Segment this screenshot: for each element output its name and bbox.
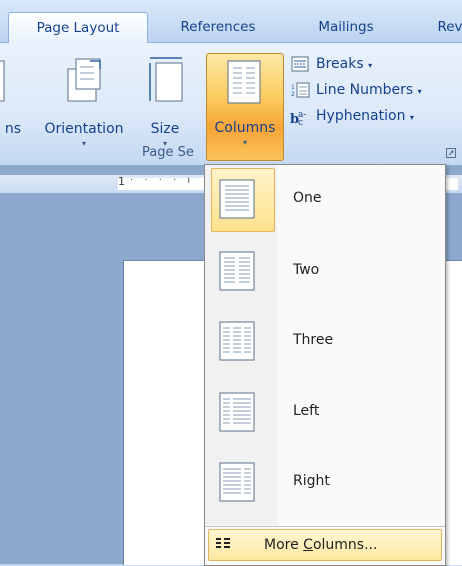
tab-page-layout[interactable]: Page Layout [8, 12, 148, 43]
menu-item-label: Right [293, 473, 330, 489]
more-columns-icon [216, 538, 230, 548]
columns-icon [227, 60, 261, 104]
menu-item-label: Two [293, 262, 320, 278]
margins-icon [0, 60, 5, 102]
ribbon: ns Orientation ▾ Size ▾ Columns ▾ Breaks… [0, 42, 462, 166]
size-icon [149, 57, 183, 102]
menu-item-left[interactable]: Left [205, 378, 445, 448]
tab-references[interactable]: References [166, 12, 270, 42]
orientation-label: Orientation [44, 121, 124, 137]
hyphenation-label: Hyphenation ▾ [316, 108, 414, 124]
line-numbers-dropdown-icon: ▾ [417, 87, 422, 96]
menu-separator [205, 526, 445, 527]
line-numbers-icon: 1 2 [291, 82, 310, 98]
three-columns-icon [219, 321, 255, 361]
columns-dropdown-menu: One Two Three Left Right More Columns... [204, 164, 446, 566]
right-columns-icon [219, 462, 255, 502]
line-numbers-button[interactable]: 1 2 Line Numbers ▾ [290, 79, 462, 101]
breaks-label: Breaks ▾ [316, 56, 373, 72]
hyphenation-dropdown-icon: ▾ [409, 113, 414, 122]
dialog-launcher-icon[interactable] [446, 148, 456, 158]
menu-item-label: Three [293, 332, 334, 348]
svg-text:1: 1 [291, 84, 295, 91]
menu-item-right[interactable]: Right [205, 448, 445, 518]
ruler-number: 1 [118, 175, 125, 188]
left-columns-icon [219, 392, 255, 432]
columns-label: Columns [214, 120, 276, 136]
menu-item-label: One [293, 190, 322, 206]
orientation-icon [67, 58, 101, 102]
ribbon-tab-strip: Page Layout References Mailings Rev [0, 0, 462, 43]
line-numbers-label: Line Numbers ▾ [316, 82, 422, 98]
menu-item-one[interactable]: One [205, 165, 445, 235]
tab-mailings[interactable]: Mailings [306, 12, 386, 42]
hyphenation-button[interactable]: b a- c Hyphenation ▾ [290, 105, 462, 127]
more-columns-label: More Columns... [264, 537, 378, 553]
svg-text:2: 2 [291, 91, 295, 98]
menu-item-two[interactable]: Two [205, 237, 445, 307]
one-column-icon [219, 179, 255, 219]
more-columns-button[interactable]: More Columns... [208, 529, 442, 561]
menu-item-three[interactable]: Three [205, 307, 445, 377]
margins-label: ns [4, 121, 22, 137]
ruler-ticks: · · · · ı [130, 175, 195, 186]
hyphenation-icon: b a- c [290, 110, 306, 126]
breaks-button[interactable]: Breaks ▾ [290, 53, 420, 75]
menu-item-label: Left [293, 403, 320, 419]
size-label: Size [150, 121, 180, 137]
two-columns-icon [219, 251, 255, 291]
tab-review[interactable]: Rev [430, 12, 462, 42]
page-setup-group-label: Page Se [0, 143, 462, 163]
breaks-icon [291, 56, 309, 72]
svg-text:c: c [298, 118, 303, 126]
breaks-dropdown-icon: ▾ [368, 61, 373, 70]
